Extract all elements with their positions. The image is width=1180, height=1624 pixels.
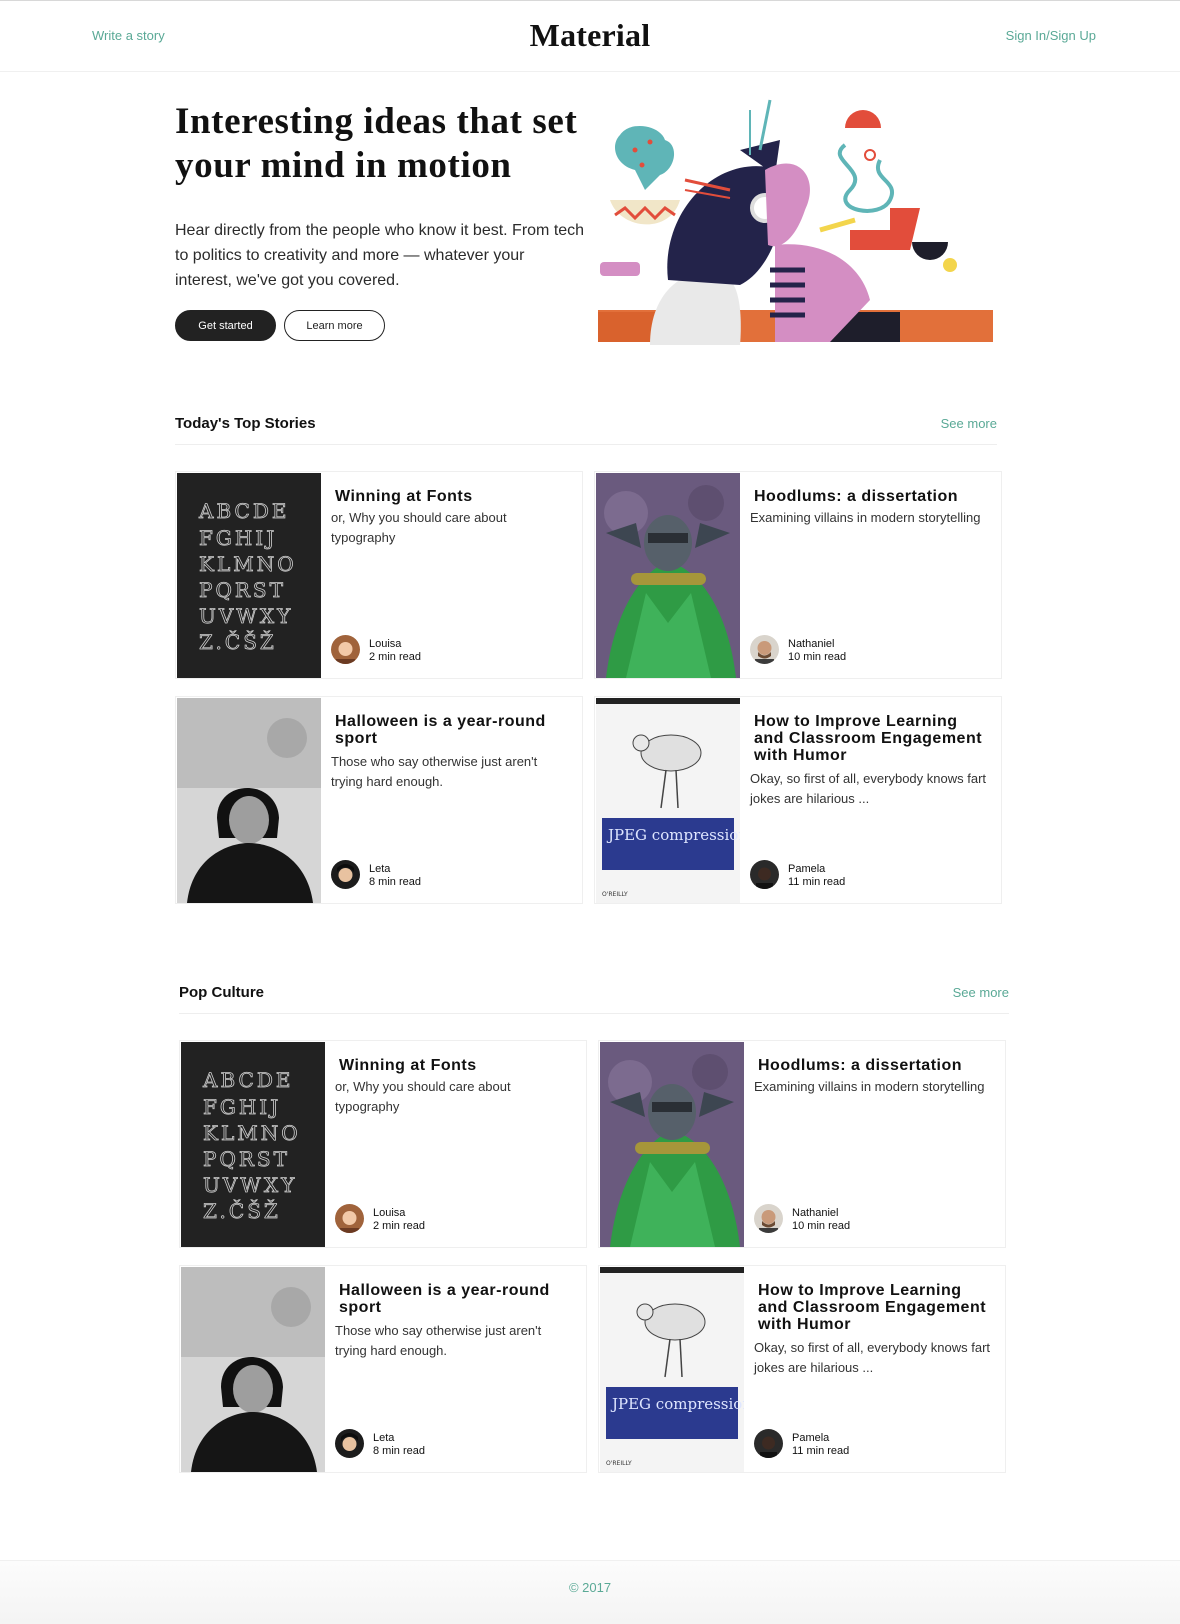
svg-text:PQRST: PQRST	[203, 1147, 290, 1171]
comic-villain-thumbnail	[600, 1042, 744, 1247]
section-title: Today's Top Stories	[175, 415, 316, 432]
story-title: Winning at Fonts	[335, 488, 473, 505]
comic-villain-thumbnail	[596, 473, 740, 678]
read-time: 11 min read	[792, 1445, 850, 1457]
author-name: Pamela	[788, 863, 826, 875]
author-avatar	[331, 860, 360, 889]
read-time: 2 min read	[369, 651, 421, 663]
svg-text:FGHIJ: FGHIJ	[199, 526, 277, 550]
svg-text:KLMNO: KLMNO	[199, 552, 297, 576]
story-title: Hoodlums: a dissertation	[758, 1057, 963, 1074]
read-time: 10 min read	[792, 1220, 851, 1232]
author-avatar	[335, 1204, 364, 1233]
svg-text:ABCDE: ABCDE	[198, 499, 289, 523]
author-name: Leta	[369, 863, 391, 875]
brand-logo[interactable]: Material	[0, 17, 1180, 54]
story-card[interactable]: Halloween is a year-round sport Those wh…	[179, 1265, 587, 1473]
section-header-pop-culture: Pop Culture See more	[179, 974, 1009, 1014]
author-name: Nathaniel	[792, 1207, 839, 1219]
hero-subtitle: Hear directly from the people who know i…	[175, 222, 585, 289]
alphabet-thumbnail: ABCDE FGHIJ KLMNO PQRST UVWXY Z.ČŠŽ	[177, 473, 321, 678]
story-card[interactable]: JPEG compression O'REILLY How to Improve…	[598, 1265, 1006, 1473]
see-more-link[interactable]: See more	[953, 985, 1009, 1000]
story-description: Those who say otherwise just aren't tryi…	[331, 754, 538, 789]
svg-text:O'REILLY: O'REILLY	[602, 891, 628, 898]
book-cover-thumbnail: JPEG compression O'REILLY	[600, 1267, 744, 1472]
author-name: Nathaniel	[788, 638, 835, 650]
book-cover-thumbnail: JPEG compression O'REILLY	[596, 698, 740, 903]
story-description: or, Why you should care about typography	[335, 1079, 511, 1114]
author-name: Leta	[373, 1432, 395, 1444]
svg-text:UVWXY: UVWXY	[199, 604, 293, 628]
story-card[interactable]: Hoodlums: a dissertation Examining villa…	[594, 471, 1002, 679]
story-title: How to Improve Learning and Classroom En…	[754, 713, 983, 764]
story-card[interactable]: Halloween is a year-round sport Those wh…	[175, 696, 583, 904]
svg-text:FGHIJ: FGHIJ	[203, 1095, 281, 1119]
author-avatar	[750, 860, 779, 889]
story-description: Okay, so first of all, everybody knows f…	[750, 771, 987, 806]
story-card[interactable]: Hoodlums: a dissertation Examining villa…	[598, 1040, 1006, 1248]
section-header-top-stories: Today's Top Stories See more	[175, 405, 997, 445]
author-avatar	[754, 1204, 783, 1233]
hero-illustration	[598, 99, 993, 345]
svg-text:PQRST: PQRST	[199, 578, 286, 602]
vintage-portrait-thumbnail	[181, 1267, 325, 1472]
story-description: Okay, so first of all, everybody knows f…	[754, 1340, 991, 1375]
story-title: Halloween is a year-round sport	[339, 1282, 550, 1316]
svg-text:UVWXY: UVWXY	[203, 1173, 297, 1197]
vintage-portrait-thumbnail	[177, 698, 321, 903]
sign-in-link[interactable]: Sign In/Sign Up	[1006, 28, 1096, 43]
author-avatar	[750, 635, 779, 664]
author-avatar	[331, 635, 360, 664]
story-card[interactable]: ABCDE FGHIJ KLMNO PQRST UVWXY Z.ČŠŽ Winn…	[179, 1040, 587, 1248]
author-avatar	[754, 1429, 783, 1458]
top-nav-bar: Write a story Material Sign In/Sign Up	[0, 0, 1180, 72]
alphabet-thumbnail: ABCDE FGHIJ KLMNO PQRST UVWXY Z.ČŠŽ	[181, 1042, 325, 1247]
see-more-link[interactable]: See more	[941, 416, 997, 431]
story-description: Those who say otherwise just aren't tryi…	[335, 1323, 542, 1358]
story-title: Halloween is a year-round sport	[335, 713, 546, 747]
author-name: Louisa	[369, 638, 402, 650]
book-cover-text: JPEG compression	[610, 1395, 744, 1413]
book-cover-text: JPEG compression	[606, 826, 740, 844]
story-title: How to Improve Learning and Classroom En…	[758, 1282, 987, 1333]
svg-text:Z.ČŠŽ: Z.ČŠŽ	[199, 629, 277, 654]
hero-title: Interesting ideas that set your mind in …	[175, 101, 578, 186]
story-title: Winning at Fonts	[339, 1057, 477, 1074]
svg-text:O'REILLY: O'REILLY	[606, 1460, 632, 1467]
read-time: 10 min read	[788, 651, 847, 663]
author-name: Pamela	[792, 1432, 830, 1444]
section-title: Pop Culture	[179, 984, 264, 1001]
story-card[interactable]: JPEG compression O'REILLY How to Improve…	[594, 696, 1002, 904]
get-started-button[interactable]: Get started	[175, 310, 276, 341]
svg-text:Z.ČŠŽ: Z.ČŠŽ	[203, 1198, 281, 1223]
story-title: Hoodlums: a dissertation	[754, 488, 959, 505]
copyright-text: © 2017	[568, 1580, 612, 1595]
author-name: Louisa	[373, 1207, 406, 1219]
story-description: Examining villains in modern storytellin…	[750, 510, 981, 525]
svg-text:KLMNO: KLMNO	[203, 1121, 301, 1145]
story-description: or, Why you should care about typography	[331, 510, 507, 545]
footer: © 2017	[0, 1560, 1180, 1624]
read-time: 8 min read	[373, 1445, 425, 1457]
svg-text:ABCDE: ABCDE	[202, 1068, 293, 1092]
read-time: 2 min read	[373, 1220, 425, 1232]
read-time: 11 min read	[788, 876, 846, 888]
story-card[interactable]: ABCDE FGHIJ KLMNO PQRST UVWXY Z.ČŠŽ Winn…	[175, 471, 583, 679]
story-description: Examining villains in modern storytellin…	[754, 1079, 985, 1094]
learn-more-button[interactable]: Learn more	[284, 310, 385, 341]
read-time: 8 min read	[369, 876, 421, 888]
author-avatar	[335, 1429, 364, 1458]
